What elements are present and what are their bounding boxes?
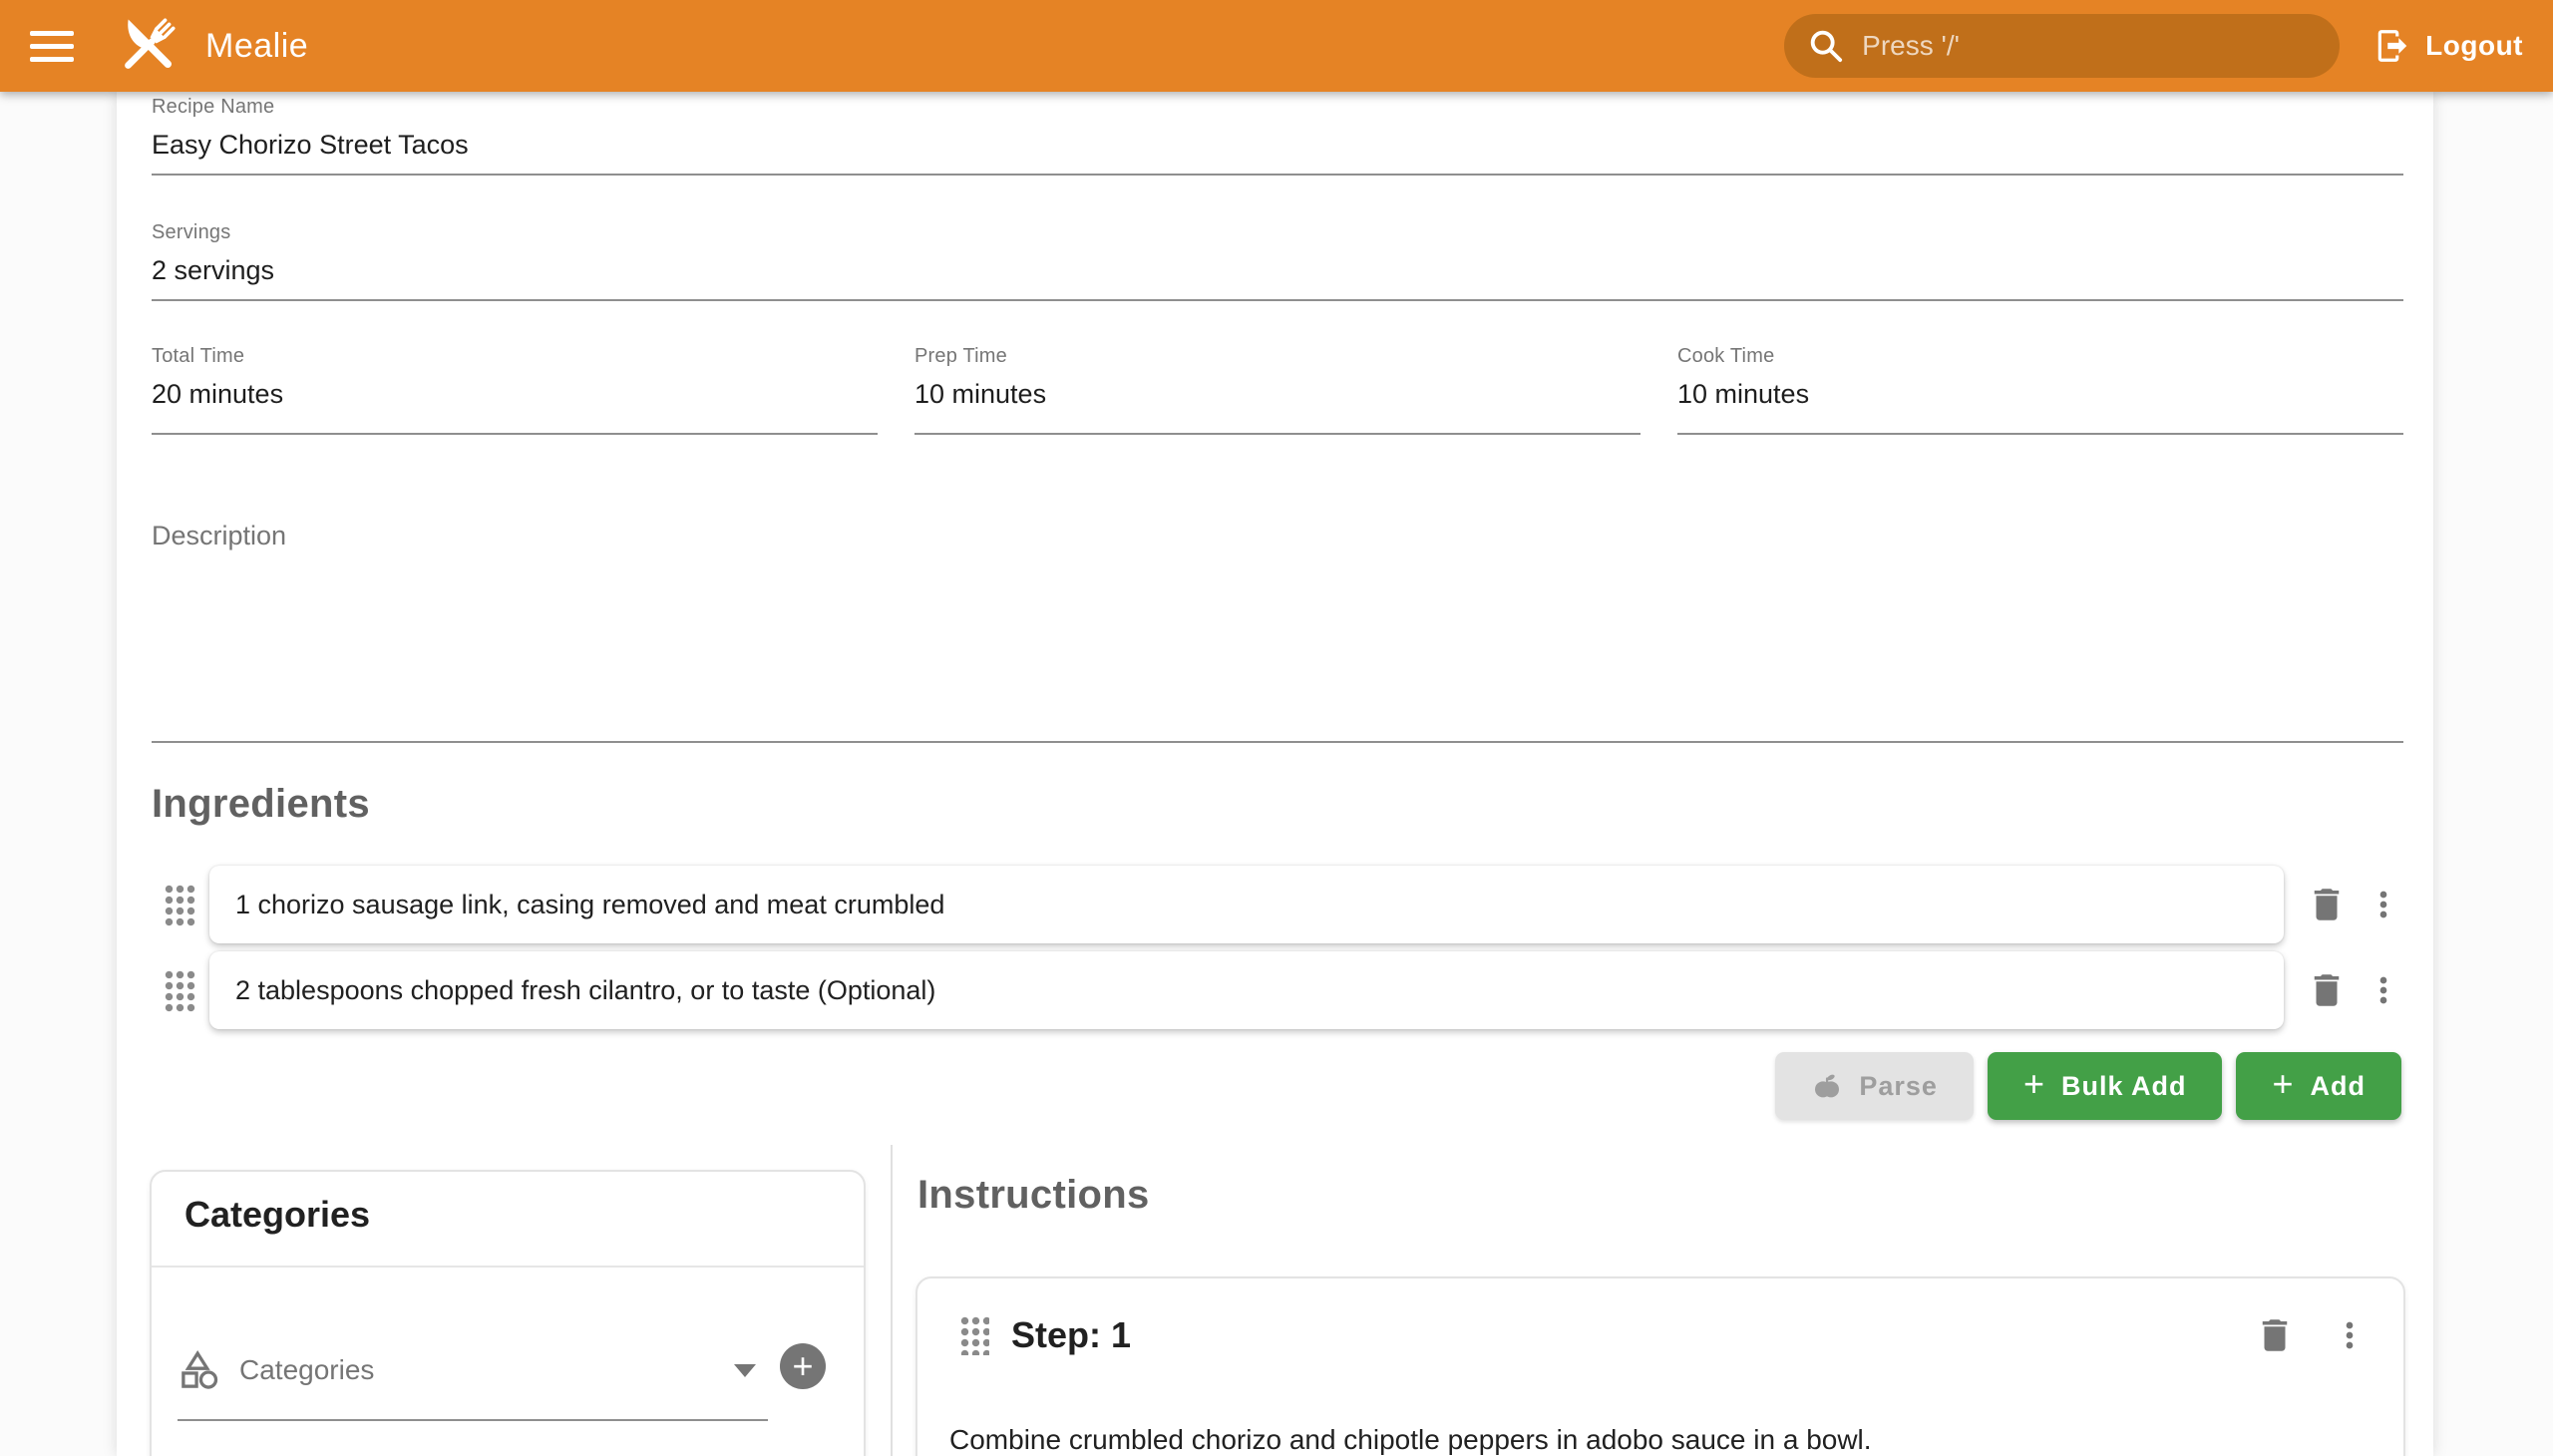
search-bar[interactable] — [1784, 14, 2340, 78]
cook-time-input[interactable] — [1677, 379, 2403, 410]
categories-card: Categories Categories + — [150, 1170, 866, 1456]
categories-card-title: Categories — [184, 1194, 370, 1236]
drag-handle-icon[interactable] — [164, 969, 195, 1012]
step-title: Step: 1 — [1011, 1314, 2254, 1356]
prep-time-field: Prep Time — [914, 345, 1641, 435]
delete-step-button[interactable] — [2254, 1314, 2296, 1356]
recipe-name-input[interactable] — [152, 130, 2403, 161]
logout-label: Logout — [2425, 30, 2523, 62]
description-label: Description — [152, 521, 2403, 551]
categories-select[interactable]: Categories — [178, 1321, 768, 1421]
total-time-label: Total Time — [152, 345, 878, 368]
description-field[interactable]: Description — [152, 521, 2403, 743]
plus-icon: + — [792, 1345, 813, 1386]
kebab-icon — [2364, 970, 2403, 1010]
recipe-editor-sheet: Recipe Name Servings Total Time Prep Tim… — [117, 92, 2433, 1456]
search-icon — [1806, 26, 1846, 66]
recipe-name-field: Recipe Name — [152, 96, 2403, 176]
delete-ingredient-button[interactable] — [2306, 884, 2348, 925]
apple-icon — [1811, 1070, 1843, 1102]
column-divider — [891, 1145, 893, 1456]
cook-time-label: Cook Time — [1677, 345, 2403, 368]
servings-field: Servings — [152, 221, 2403, 301]
app-title: Mealie — [205, 27, 308, 66]
drag-handle-icon[interactable] — [959, 1315, 989, 1355]
trash-icon — [2306, 969, 2348, 1011]
servings-label: Servings — [152, 221, 2403, 244]
add-category-button[interactable]: + — [780, 1343, 826, 1389]
drag-handle-icon[interactable] — [164, 884, 195, 926]
logout-button[interactable]: Logout — [2373, 27, 2523, 65]
divider — [152, 1266, 864, 1268]
times-row: Total Time Prep Time Cook Time — [152, 345, 2403, 435]
ingredient-menu-button[interactable] — [2364, 970, 2403, 1010]
step-menu-button[interactable] — [2330, 1315, 2370, 1355]
kebab-icon — [2364, 885, 2403, 924]
mealie-logo-icon — [112, 10, 183, 82]
trash-icon — [2306, 884, 2348, 925]
total-time-input[interactable] — [152, 379, 878, 410]
ingredient-row — [152, 951, 2403, 1029]
menu-button[interactable] — [30, 19, 84, 73]
categories-select-label: Categories — [239, 1354, 734, 1386]
app-bar: Mealie Logout — [0, 0, 2553, 92]
ingredient-menu-button[interactable] — [2364, 885, 2403, 924]
parse-button[interactable]: Parse — [1775, 1052, 1974, 1120]
home-link[interactable]: Mealie — [112, 10, 308, 82]
prep-time-input[interactable] — [914, 379, 1641, 410]
ingredient-input[interactable] — [235, 975, 2258, 1006]
step-header: Step: 1 — [917, 1314, 2403, 1356]
ingredients-heading: Ingredients — [152, 782, 370, 827]
logout-icon — [2373, 27, 2411, 65]
add-ingredient-button[interactable]: + Add — [2236, 1052, 2401, 1120]
ingredient-card[interactable] — [209, 951, 2284, 1029]
add-label: Add — [2311, 1071, 2366, 1102]
total-time-field: Total Time — [152, 345, 878, 435]
ingredient-input[interactable] — [235, 890, 2258, 920]
plus-icon: + — [2023, 1066, 2045, 1102]
ingredient-row — [152, 866, 2403, 943]
ingredient-card[interactable] — [209, 866, 2284, 943]
recipe-name-label: Recipe Name — [152, 96, 2403, 119]
prep-time-label: Prep Time — [914, 345, 1641, 368]
trash-icon — [2254, 1314, 2296, 1356]
parse-label: Parse — [1859, 1071, 1938, 1102]
ingredient-actions: Parse + Bulk Add + Add — [1775, 1052, 2401, 1120]
delete-ingredient-button[interactable] — [2306, 969, 2348, 1011]
hamburger-icon — [30, 31, 74, 36]
step-text-input[interactable]: Combine crumbled chorizo and chipotle pe… — [949, 1420, 2366, 1456]
bulk-add-button[interactable]: + Bulk Add — [1988, 1052, 2223, 1120]
chevron-down-icon — [734, 1364, 756, 1377]
bulk-add-label: Bulk Add — [2061, 1071, 2187, 1102]
search-input[interactable] — [1862, 30, 2318, 62]
servings-input[interactable] — [152, 255, 2403, 286]
kebab-icon — [2330, 1315, 2370, 1355]
shapes-icon — [178, 1348, 221, 1392]
step-card: Step: 1 Combine crumbled chorizo and chi… — [915, 1276, 2405, 1456]
cook-time-field: Cook Time — [1677, 345, 2403, 435]
instructions-heading: Instructions — [917, 1173, 1150, 1218]
plus-icon: + — [2272, 1066, 2294, 1102]
